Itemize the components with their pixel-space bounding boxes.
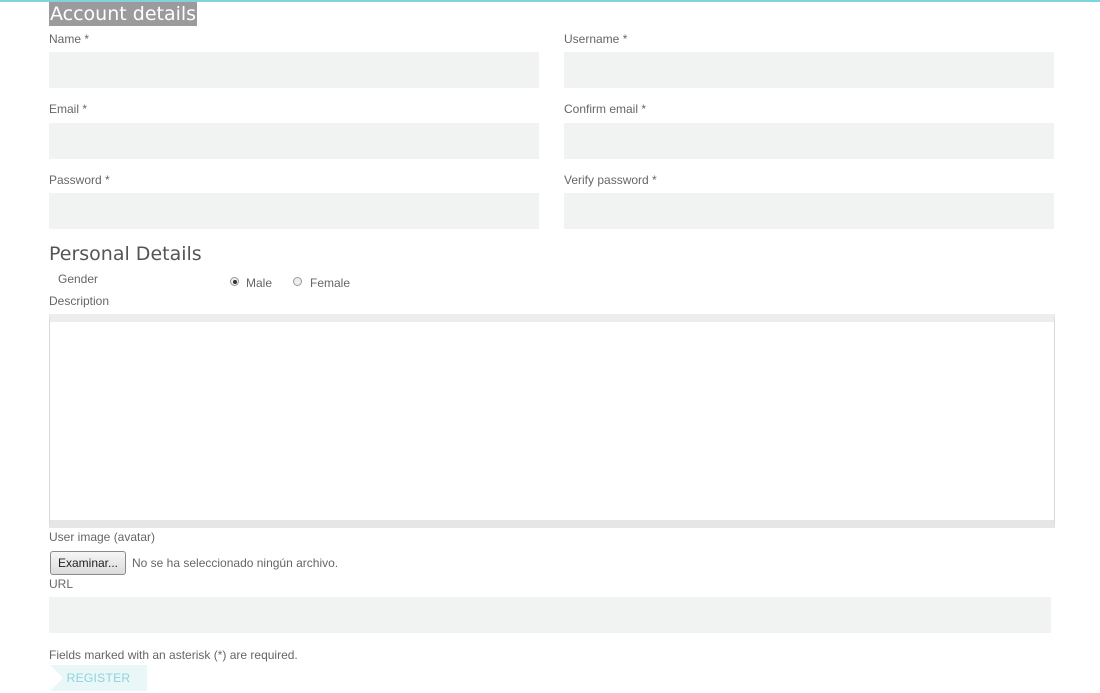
username-label: Username *	[564, 32, 628, 46]
url-label: URL	[49, 577, 74, 591]
account-details-heading: Account details	[49, 2, 198, 26]
confirm-email-input[interactable]	[564, 123, 1054, 159]
browse-file-button[interactable]: Examinar...	[50, 551, 126, 575]
register-button[interactable]: REGISTER	[50, 665, 147, 691]
email-label: Email *	[49, 102, 88, 116]
verify-password-input[interactable]	[564, 193, 1054, 229]
no-file-selected-text: No se ha seleccionado ningún archivo.	[132, 556, 339, 570]
female-radio-label[interactable]: Female	[310, 276, 350, 291]
name-input[interactable]	[49, 52, 539, 88]
verify-password-label: Verify password *	[564, 173, 657, 187]
required-fields-note: Fields marked with an asterisk (*) are r…	[49, 648, 298, 662]
avatar-label: User image (avatar)	[49, 530, 156, 544]
password-input[interactable]	[49, 193, 539, 229]
url-input[interactable]	[49, 597, 1051, 633]
description-label: Description	[49, 294, 110, 308]
confirm-email-label: Confirm email *	[564, 102, 647, 116]
name-label: Name *	[49, 32, 90, 46]
personal-details-heading: Personal Details	[49, 243, 202, 265]
male-radio-label[interactable]: Male	[246, 276, 272, 291]
female-radio[interactable]	[293, 277, 302, 286]
username-input[interactable]	[564, 52, 1054, 88]
male-radio[interactable]	[230, 277, 239, 286]
email-input[interactable]	[49, 123, 539, 159]
description-textarea[interactable]	[49, 314, 1055, 528]
password-label: Password *	[49, 173, 110, 187]
gender-label: Gender	[58, 272, 99, 286]
